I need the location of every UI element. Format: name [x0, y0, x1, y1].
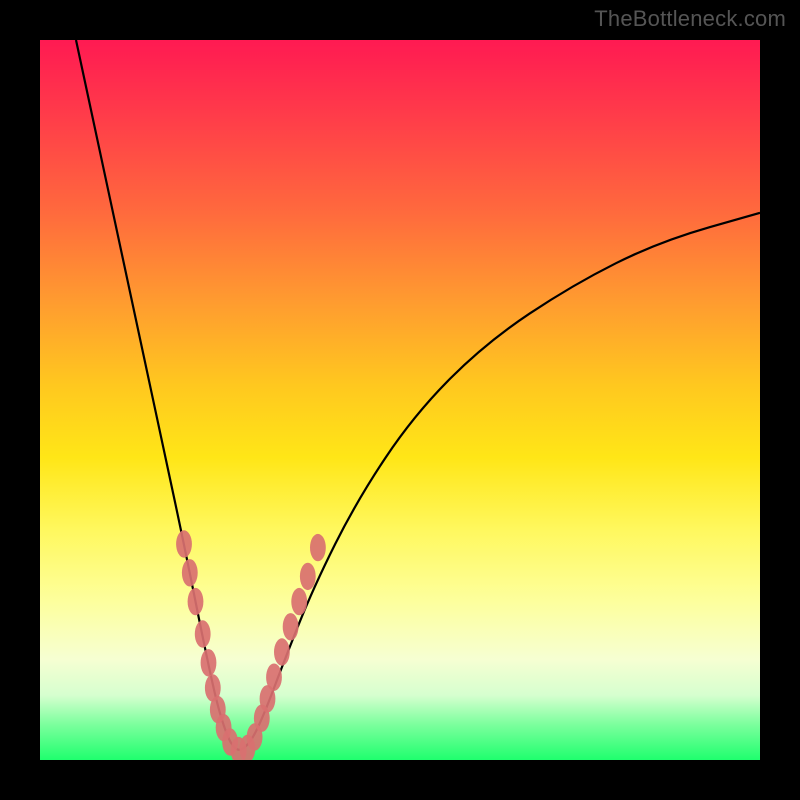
valley-marker	[274, 638, 290, 665]
valley-marker	[182, 559, 198, 586]
valley-markers	[176, 530, 326, 760]
bottleneck-curve	[76, 40, 760, 750]
valley-marker	[283, 613, 299, 640]
watermark-text: TheBottleneck.com	[594, 6, 786, 32]
curve-svg	[40, 40, 760, 760]
valley-marker	[300, 563, 316, 590]
valley-marker	[176, 530, 192, 557]
valley-marker	[266, 664, 282, 691]
valley-marker	[310, 534, 326, 561]
valley-marker	[188, 588, 204, 615]
plot-area	[40, 40, 760, 760]
valley-marker	[195, 620, 211, 647]
valley-marker	[201, 649, 217, 676]
chart-frame: TheBottleneck.com	[0, 0, 800, 800]
valley-marker	[291, 588, 307, 615]
